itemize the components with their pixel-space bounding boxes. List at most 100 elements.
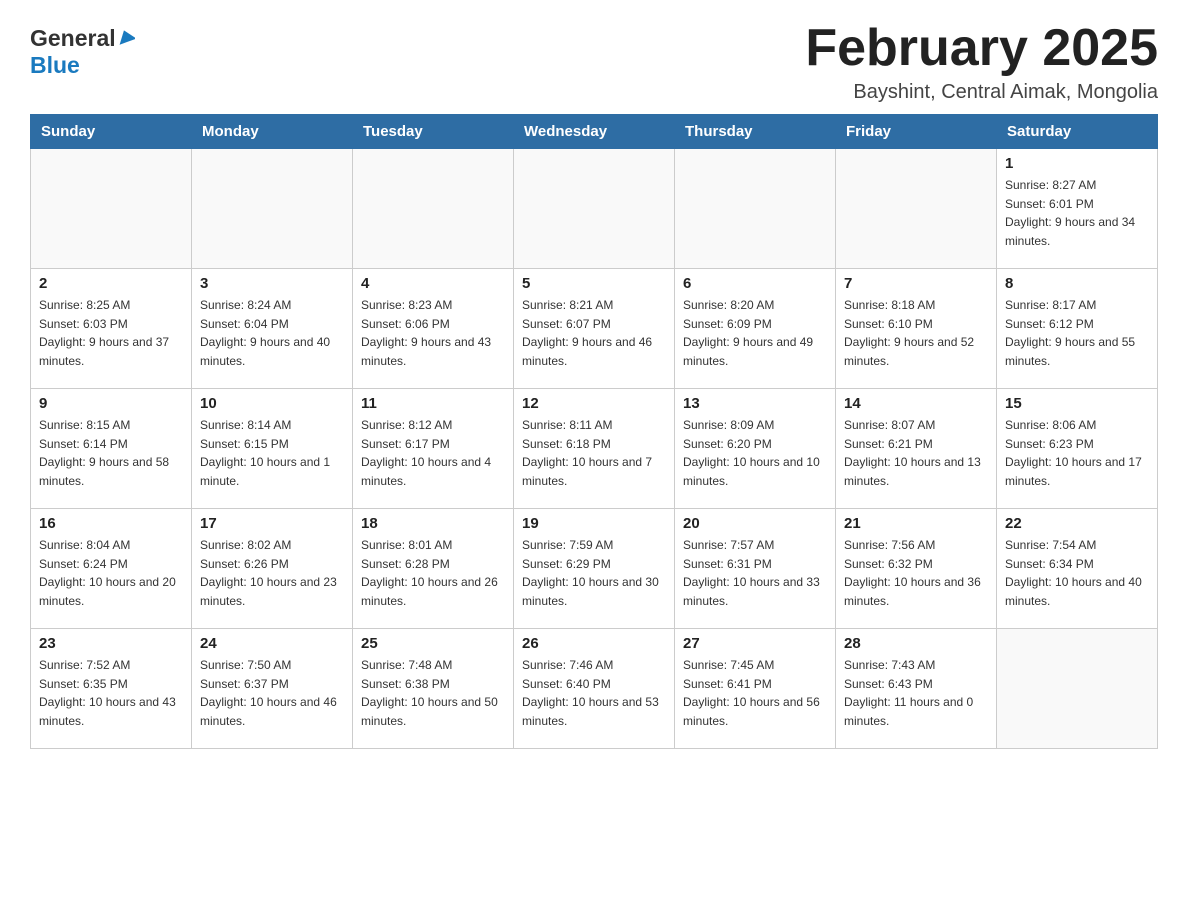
day-number: 19 [522,515,666,532]
sun-info: Sunrise: 8:27 AMSunset: 6:01 PMDaylight:… [1005,176,1149,250]
month-title: February 2025 [805,20,1158,77]
logo: General Blue [30,20,135,79]
day-number: 4 [361,275,505,292]
day-number: 21 [844,515,988,532]
sun-info: Sunrise: 8:02 AMSunset: 6:26 PMDaylight:… [200,536,344,610]
header-tuesday: Tuesday [353,115,514,149]
sun-info: Sunrise: 7:56 AMSunset: 6:32 PMDaylight:… [844,536,988,610]
calendar-cell [514,149,675,269]
calendar-cell: 21 Sunrise: 7:56 AMSunset: 6:32 PMDayligh… [836,509,997,629]
sun-info: Sunrise: 7:45 AMSunset: 6:41 PMDaylight:… [683,656,827,730]
calendar-week-row: 9 Sunrise: 8:15 AMSunset: 6:14 PMDaylight… [31,389,1158,509]
calendar-cell: 18Sunrise: 8:01 AMSunset: 6:28 PMDayligh… [353,509,514,629]
day-number: 12 [522,395,666,412]
calendar-cell [997,629,1158,749]
day-number: 20 [683,515,827,532]
calendar-cell: 1 Sunrise: 8:27 AMSunset: 6:01 PMDaylight… [997,149,1158,269]
header-wednesday: Wednesday [514,115,675,149]
day-number: 26 [522,635,666,652]
sun-info: Sunrise: 8:14 AMSunset: 6:15 PMDaylight:… [200,416,344,490]
calendar-cell: 16 Sunrise: 8:04 AMSunset: 6:24 PMDayligh… [31,509,192,629]
calendar-week-row: 1 Sunrise: 8:27 AMSunset: 6:01 PMDaylight… [31,149,1158,269]
calendar-cell: 25Sunrise: 7:48 AMSunset: 6:38 PMDayligh… [353,629,514,749]
sun-info: Sunrise: 8:18 AMSunset: 6:10 PMDaylight:… [844,296,988,370]
day-number: 14 [844,395,988,412]
calendar-cell [675,149,836,269]
calendar-table: Sunday Monday Tuesday Wednesday Thursday… [30,114,1158,749]
calendar-cell: 17 Sunrise: 8:02 AMSunset: 6:26 PMDayligh… [192,509,353,629]
calendar-cell [353,149,514,269]
day-number: 9 [39,395,183,412]
calendar-cell: 6 Sunrise: 8:20 AMSunset: 6:09 PMDaylight… [675,269,836,389]
day-number: 23 [39,635,183,652]
header-monday: Monday [192,115,353,149]
header-sunday: Sunday [31,115,192,149]
sun-info: Sunrise: 7:48 AMSunset: 6:38 PMDaylight:… [361,656,505,730]
sun-info: Sunrise: 7:46 AMSunset: 6:40 PMDaylight:… [522,656,666,730]
sun-info: Sunrise: 8:25 AMSunset: 6:03 PMDaylight:… [39,296,183,370]
header-friday: Friday [836,115,997,149]
sun-info: Sunrise: 8:01 AMSunset: 6:28 PMDaylight:… [361,536,505,610]
day-number: 15 [1005,395,1149,412]
sun-info: Sunrise: 8:04 AMSunset: 6:24 PMDaylight:… [39,536,183,610]
day-number: 2 [39,275,183,292]
calendar-cell: 19 Sunrise: 7:59 AMSunset: 6:29 PMDayligh… [514,509,675,629]
sun-info: Sunrise: 8:23 AMSunset: 6:06 PMDaylight:… [361,296,505,370]
sun-info: Sunrise: 8:07 AMSunset: 6:21 PMDaylight:… [844,416,988,490]
calendar-header-row: Sunday Monday Tuesday Wednesday Thursday… [31,115,1158,149]
sun-info: Sunrise: 7:57 AMSunset: 6:31 PMDaylight:… [683,536,827,610]
calendar-cell: 22Sunrise: 7:54 AMSunset: 6:34 PMDayligh… [997,509,1158,629]
calendar-cell: 11 Sunrise: 8:12 AMSunset: 6:17 PMDayligh… [353,389,514,509]
logo-blue-text: Blue [30,52,80,79]
day-number: 8 [1005,275,1149,292]
calendar-cell: 7 Sunrise: 8:18 AMSunset: 6:10 PMDaylight… [836,269,997,389]
calendar-cell: 27 Sunrise: 7:45 AMSunset: 6:41 PMDayligh… [675,629,836,749]
calendar-cell: 24Sunrise: 7:50 AMSunset: 6:37 PMDayligh… [192,629,353,749]
calendar-cell: 4 Sunrise: 8:23 AMSunset: 6:06 PMDaylight… [353,269,514,389]
calendar-cell: 12 Sunrise: 8:11 AMSunset: 6:18 PMDayligh… [514,389,675,509]
calendar-cell: 2 Sunrise: 8:25 AMSunset: 6:03 PMDaylight… [31,269,192,389]
location-subtitle: Bayshint, Central Aimak, Mongolia [805,81,1158,104]
sun-info: Sunrise: 8:21 AMSunset: 6:07 PMDaylight:… [522,296,666,370]
calendar-week-row: 16 Sunrise: 8:04 AMSunset: 6:24 PMDayligh… [31,509,1158,629]
day-number: 27 [683,635,827,652]
calendar-cell: 8 Sunrise: 8:17 AMSunset: 6:12 PMDaylight… [997,269,1158,389]
sun-info: Sunrise: 7:50 AMSunset: 6:37 PMDaylight:… [200,656,344,730]
sun-info: Sunrise: 8:24 AMSunset: 6:04 PMDaylight:… [200,296,344,370]
sun-info: Sunrise: 8:15 AMSunset: 6:14 PMDaylight:… [39,416,183,490]
page-header: General Blue February 2025 Bayshint, Cen… [30,20,1158,104]
sun-info: Sunrise: 8:11 AMSunset: 6:18 PMDaylight:… [522,416,666,490]
logo-arrow-icon [117,27,135,50]
title-block: February 2025 Bayshint, Central Aimak, M… [805,20,1158,104]
calendar-week-row: 23 Sunrise: 7:52 AMSunset: 6:35 PMDayligh… [31,629,1158,749]
header-thursday: Thursday [675,115,836,149]
calendar-cell: 28Sunrise: 7:43 AMSunset: 6:43 PMDayligh… [836,629,997,749]
calendar-cell [31,149,192,269]
sun-info: Sunrise: 8:09 AMSunset: 6:20 PMDaylight:… [683,416,827,490]
sun-info: Sunrise: 8:17 AMSunset: 6:12 PMDaylight:… [1005,296,1149,370]
sun-info: Sunrise: 7:52 AMSunset: 6:35 PMDaylight:… [39,656,183,730]
day-number: 28 [844,635,988,652]
day-number: 6 [683,275,827,292]
calendar-cell [192,149,353,269]
calendar-cell: 13 Sunrise: 8:09 AMSunset: 6:20 PMDayligh… [675,389,836,509]
sun-info: Sunrise: 8:12 AMSunset: 6:17 PMDaylight:… [361,416,505,490]
calendar-cell: 10 Sunrise: 8:14 AMSunset: 6:15 PMDayligh… [192,389,353,509]
day-number: 7 [844,275,988,292]
day-number: 11 [361,395,505,412]
day-number: 16 [39,515,183,532]
day-number: 22 [1005,515,1149,532]
calendar-cell: 5Sunrise: 8:21 AMSunset: 6:07 PMDaylight… [514,269,675,389]
sun-info: Sunrise: 7:59 AMSunset: 6:29 PMDaylight:… [522,536,666,610]
calendar-cell: 14 Sunrise: 8:07 AMSunset: 6:21 PMDayligh… [836,389,997,509]
day-number: 1 [1005,155,1149,172]
header-saturday: Saturday [997,115,1158,149]
day-number: 3 [200,275,344,292]
day-number: 13 [683,395,827,412]
calendar-cell: 15Sunrise: 8:06 AMSunset: 6:23 PMDayligh… [997,389,1158,509]
sun-info: Sunrise: 8:20 AMSunset: 6:09 PMDaylight:… [683,296,827,370]
day-number: 10 [200,395,344,412]
calendar-cell: 26 Sunrise: 7:46 AMSunset: 6:40 PMDayligh… [514,629,675,749]
calendar-cell: 3 Sunrise: 8:24 AMSunset: 6:04 PMDaylight… [192,269,353,389]
day-number: 17 [200,515,344,532]
